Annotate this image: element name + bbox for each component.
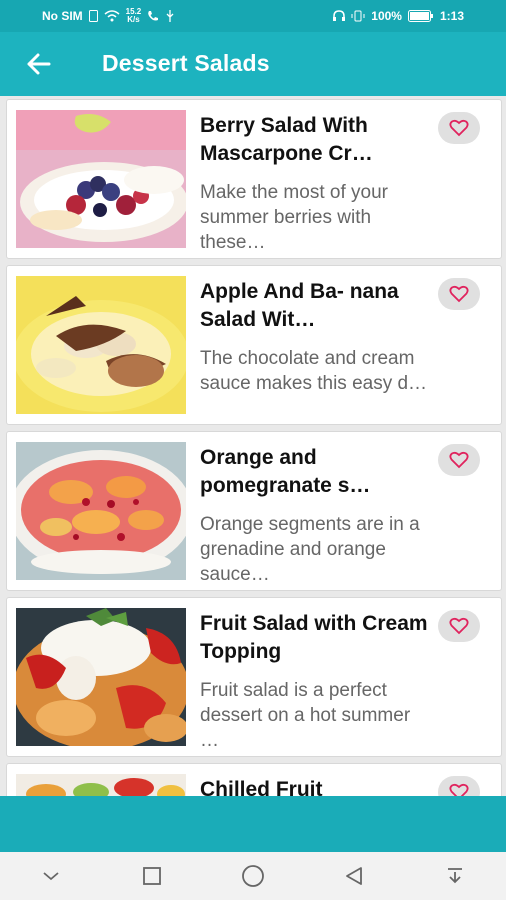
status-left: No SIM 15.2 K/s (42, 8, 175, 24)
recipe-image (16, 110, 186, 248)
recipe-image (16, 442, 186, 580)
vibrate-icon (351, 10, 365, 22)
headphones-icon (333, 10, 346, 21)
recipe-card[interactable]: Fruit Salad with Cream Topping Fruit sal… (6, 597, 502, 757)
recipe-title: Berry Salad With Mascarpone Cr… (200, 114, 373, 165)
hide-nav-button[interactable] (31, 856, 71, 896)
notification-pull-button[interactable] (435, 856, 475, 896)
favorite-button[interactable] (438, 776, 480, 796)
status-bar: No SIM 15.2 K/s 100% 1:13 (0, 0, 506, 32)
favorite-button[interactable] (438, 278, 480, 310)
recipe-description: The chocolate and cream sauce makes this… (200, 348, 428, 394)
page-title: Dessert Salads (102, 50, 270, 76)
battery-icon (407, 10, 433, 22)
back-button[interactable] (24, 50, 54, 78)
recipe-card[interactable]: Apple And Ba- nana Salad Wit… The chocol… (6, 265, 502, 425)
battery-percent: 100% (371, 9, 402, 23)
recipe-description: Make the most of your summer berries wit… (200, 182, 388, 253)
heart-icon (449, 119, 469, 137)
chevron-down-icon (43, 872, 59, 881)
heart-icon (449, 451, 469, 469)
app-bar: Dessert Salads (0, 32, 506, 96)
clock: 1:13 (439, 9, 464, 23)
square-icon (142, 867, 161, 885)
recipe-list[interactable]: Berry Salad With Mascarpone Cr… Make the… (0, 96, 506, 796)
recipe-title: Orange and pomegranate s… (200, 446, 371, 497)
favorite-button[interactable] (438, 444, 480, 476)
sim-icon (88, 10, 98, 22)
status-right: 100% 1:13 (333, 9, 464, 23)
heart-icon (449, 617, 469, 635)
recipe-image (16, 774, 186, 796)
usb-icon (166, 10, 174, 22)
triangle-back-icon (346, 867, 363, 885)
recipe-description: Orange segments are in a grenadine and o… (200, 514, 420, 585)
favorite-button[interactable] (438, 112, 480, 144)
download-icon (448, 868, 463, 884)
recipe-image (16, 608, 186, 746)
system-nav-bar (0, 852, 506, 900)
recipe-title: Chilled Fruit (200, 778, 323, 796)
back-nav-button[interactable] (334, 856, 374, 896)
arrow-left-icon (27, 53, 51, 75)
recents-button[interactable] (132, 856, 172, 896)
recipe-description: Fruit salad is a perfect dessert on a ho… (200, 680, 411, 751)
recipe-card[interactable]: Chilled Fruit (6, 763, 502, 796)
circle-icon (242, 865, 264, 887)
phone-icon (148, 11, 159, 21)
heart-icon (449, 285, 469, 303)
recipe-image (16, 276, 186, 414)
favorite-button[interactable] (438, 610, 480, 642)
recipe-title: Fruit Salad with Cream Topping (200, 612, 428, 663)
network-speed: 15.2 K/s (125, 7, 142, 24)
carrier-text: No SIM (42, 9, 83, 23)
home-button[interactable] (233, 856, 273, 896)
recipe-card[interactable]: Orange and pomegranate s… Orange segment… (6, 431, 502, 591)
recipe-card[interactable]: Berry Salad With Mascarpone Cr… Make the… (6, 99, 502, 259)
bottom-banner (0, 796, 506, 852)
wifi-icon (104, 10, 120, 22)
recipe-title: Apple And Ba- nana Salad Wit… (200, 280, 399, 331)
heart-icon (449, 783, 469, 796)
